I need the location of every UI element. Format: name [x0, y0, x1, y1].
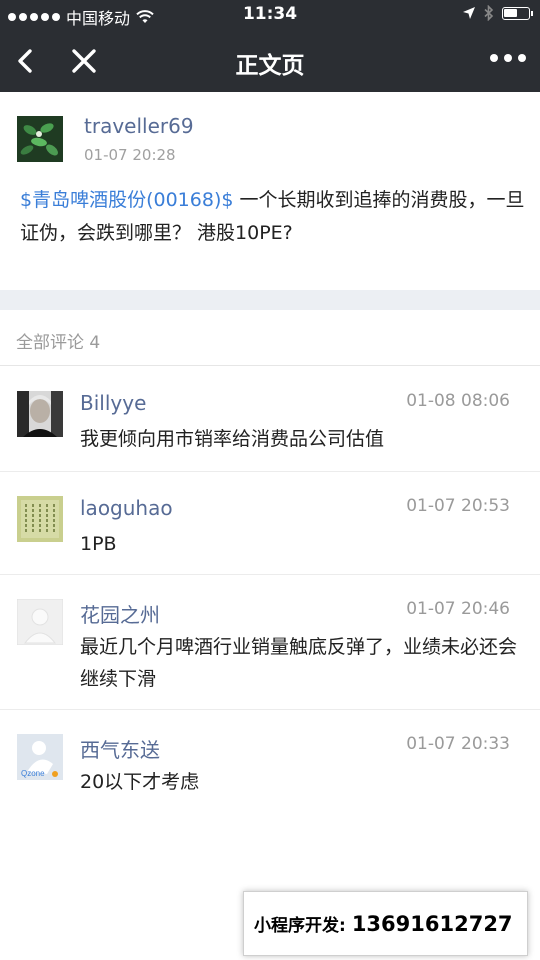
comment-text: 1PB	[80, 533, 117, 555]
avatar[interactable]	[17, 496, 63, 542]
banner-label: 小程序开发:	[254, 916, 346, 936]
comment-author[interactable]: 西气东送	[80, 734, 160, 763]
comment-text: 20以下才考虑	[80, 771, 200, 793]
bluetooth-icon	[484, 5, 494, 21]
comment-timestamp: 01-07 20:53	[406, 496, 510, 516]
stock-tag-link[interactable]: $青岛啤酒股份(00168)$	[20, 189, 233, 211]
comment-author[interactable]: 花园之州	[80, 599, 160, 628]
avatar[interactable]: Qzone	[17, 734, 63, 780]
banner-phone: 13691612727	[351, 911, 513, 936]
section-divider	[0, 290, 540, 310]
comment-item: laoguhao 01-07 20:53 1PB	[0, 472, 540, 575]
post-timestamp: 01-07 20:28	[84, 146, 176, 164]
comment-author[interactable]: laoguhao	[80, 496, 173, 520]
comment-timestamp: 01-08 08:06	[406, 391, 510, 411]
post-author[interactable]: traveller69	[84, 114, 194, 138]
comment-timestamp: 01-07 20:33	[406, 734, 510, 754]
comment-text: 我更倾向用市销率给消费品公司估值	[80, 428, 385, 450]
svg-text:Qzone: Qzone	[21, 769, 45, 778]
clock: 11:34	[242, 4, 298, 24]
avatar[interactable]	[17, 391, 63, 437]
page-title: 正文页	[235, 53, 305, 79]
location-arrow-icon	[463, 7, 475, 19]
comment-item: Billyye 01-08 08:06 我更倾向用市销率给消费品公司估值	[0, 367, 540, 472]
comment-author[interactable]: Billyye	[80, 391, 146, 415]
status-bar: 中国移动 11:34	[0, 0, 540, 30]
nav-bar: 正文页	[0, 30, 540, 92]
post: traveller69 01-07 20:28 $青岛啤酒股份(00168)$ …	[0, 92, 540, 290]
battery-icon	[502, 6, 533, 20]
comment-item: 花园之州 01-07 20:46 最近几个月啤酒行业销量触底反弹了，业绩未必还会…	[0, 575, 540, 710]
more-dots-icon[interactable]	[490, 54, 526, 62]
comment-timestamp: 01-07 20:46	[406, 599, 510, 619]
contact-banner: 小程序开发: 13691612727	[243, 891, 528, 956]
post-body: $青岛啤酒股份(00168)$ 一个长期收到追捧的消费股，一旦证伪，会跌到哪里？…	[20, 184, 525, 250]
avatar[interactable]	[17, 116, 63, 162]
comment-text: 最近几个月啤酒行业销量触底反弹了，业绩未必还会继续下滑	[80, 636, 518, 690]
comment-item: Qzone 西气东送 01-07 20:33 20以下才考虑	[0, 710, 540, 810]
comments-count-header: 全部评论 4	[0, 310, 540, 366]
avatar[interactable]	[17, 599, 63, 645]
